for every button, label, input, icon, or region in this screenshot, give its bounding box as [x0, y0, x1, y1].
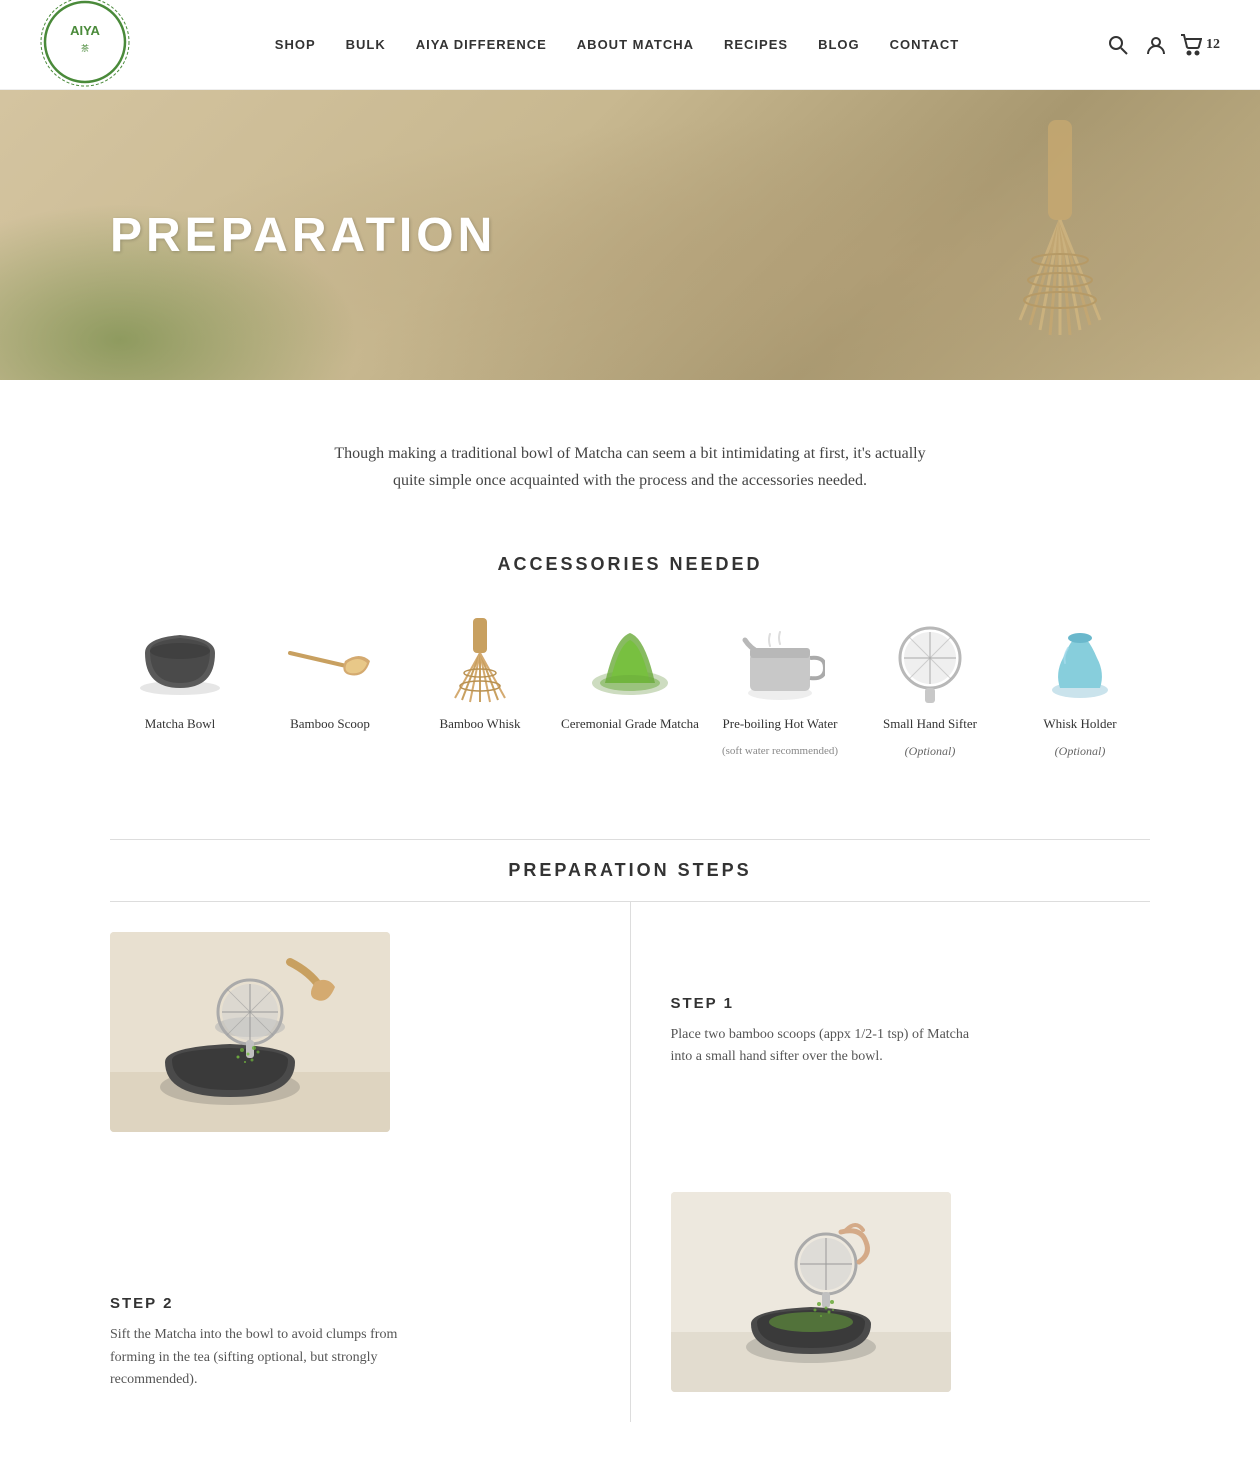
- step-2-image: [671, 1192, 951, 1392]
- ceremonial-matcha-image: [575, 615, 685, 705]
- bamboo-scoop-label: Bamboo Scoop: [290, 715, 370, 733]
- accessory-hand-sifter: Small Hand Sifter (Optional): [860, 615, 1000, 758]
- hand-sifter-label: Small Hand Sifter: [883, 715, 977, 733]
- step-2-right: [631, 1162, 1151, 1422]
- prep-steps-title: PREPARATION STEPS: [110, 860, 1150, 881]
- nav-blog[interactable]: BLOG: [818, 37, 860, 52]
- bamboo-whisk-image: [425, 615, 535, 705]
- cart-count: 12: [1206, 37, 1220, 53]
- nav-links: SHOP BULK AIYA DIFFERENCE ABOUT MATCHA R…: [130, 37, 1104, 52]
- nav-bulk[interactable]: BULK: [346, 37, 386, 52]
- step-1-image: [110, 932, 390, 1132]
- step-1-row: STEP 1 Place two bamboo scoops (appx 1/2…: [110, 902, 1150, 1162]
- prep-steps-header: PREPARATION STEPS: [110, 839, 1150, 902]
- hot-water-image: [725, 615, 835, 705]
- accessories-title: ACCESSORIES NEEDED: [60, 554, 1200, 575]
- step-2-row: STEP 2 Sift the Matcha into the bowl to …: [110, 1162, 1150, 1422]
- whisk-holder-label: Whisk Holder: [1043, 715, 1116, 733]
- steps-container: STEP 1 Place two bamboo scoops (appx 1/2…: [110, 902, 1150, 1422]
- navigation: AIYA 茶 SHOP BULK AIYA DIFFERENCE ABOUT M…: [0, 0, 1260, 90]
- search-icon[interactable]: [1104, 31, 1132, 59]
- hero-section: PREPARATION: [0, 90, 1260, 380]
- nav-aiya-difference[interactable]: AIYA DIFFERENCE: [416, 37, 547, 52]
- nav-contact[interactable]: CONTACT: [890, 37, 960, 52]
- accessory-matcha-bowl: Matcha Bowl: [110, 615, 250, 758]
- step-1-right: STEP 1 Place two bamboo scoops (appx 1/2…: [631, 902, 1151, 1162]
- step-1-number: STEP 1: [671, 995, 1151, 1012]
- step-1-description: Place two bamboo scoops (appx 1/2-1 tsp)…: [671, 1024, 971, 1069]
- hand-sifter-image: [875, 615, 985, 705]
- accessories-section: ACCESSORIES NEEDED Matcha Bowl: [0, 534, 1260, 818]
- hot-water-note: (soft water recommended): [722, 744, 838, 758]
- matcha-bowl-image: [125, 615, 235, 705]
- svg-text:AIYA: AIYA: [70, 23, 100, 38]
- step-2-description: Sift the Matcha into the bowl to avoid c…: [110, 1324, 410, 1391]
- nav-about-matcha[interactable]: ABOUT MATCHA: [577, 37, 694, 52]
- accessory-bamboo-scoop: Bamboo Scoop: [260, 615, 400, 758]
- intro-section: Though making a traditional bowl of Matc…: [280, 380, 980, 534]
- svg-text:茶: 茶: [81, 43, 89, 53]
- hand-sifter-optional: (Optional): [905, 744, 956, 759]
- nav-icons: 12: [1104, 31, 1220, 59]
- step-1-left: [110, 902, 631, 1162]
- hot-water-label: Pre-boiling Hot Water: [723, 715, 838, 733]
- prep-steps-section: PREPARATION STEPS: [0, 819, 1260, 1482]
- whisk-holder-optional: (Optional): [1055, 744, 1106, 759]
- bamboo-whisk-label: Bamboo Whisk: [439, 715, 520, 733]
- accessory-bamboo-whisk: Bamboo Whisk: [410, 615, 550, 758]
- account-icon[interactable]: [1142, 31, 1170, 59]
- intro-text: Though making a traditional bowl of Matc…: [320, 440, 940, 494]
- accessory-whisk-holder: Whisk Holder (Optional): [1010, 615, 1150, 758]
- accessory-hot-water: Pre-boiling Hot Water (soft water recomm…: [710, 615, 850, 758]
- step-2-left: STEP 2 Sift the Matcha into the bowl to …: [110, 1162, 631, 1422]
- step-2-number: STEP 2: [110, 1295, 590, 1312]
- whisk-holder-image: [1025, 615, 1135, 705]
- accessories-grid: Matcha Bowl Bamboo Scoop: [60, 615, 1200, 758]
- cart-button[interactable]: 12: [1180, 34, 1220, 56]
- ceremonial-matcha-label: Ceremonial Grade Matcha: [561, 715, 699, 733]
- logo[interactable]: AIYA 茶: [40, 0, 130, 92]
- bamboo-scoop-image: [275, 615, 385, 705]
- matcha-bowl-label: Matcha Bowl: [145, 715, 215, 733]
- nav-recipes[interactable]: RECIPES: [724, 37, 788, 52]
- hero-whisk-decoration: [960, 120, 1160, 350]
- nav-shop[interactable]: SHOP: [275, 37, 316, 52]
- accessory-ceremonial-matcha: Ceremonial Grade Matcha: [560, 615, 700, 758]
- hero-title: PREPARATION: [110, 208, 496, 263]
